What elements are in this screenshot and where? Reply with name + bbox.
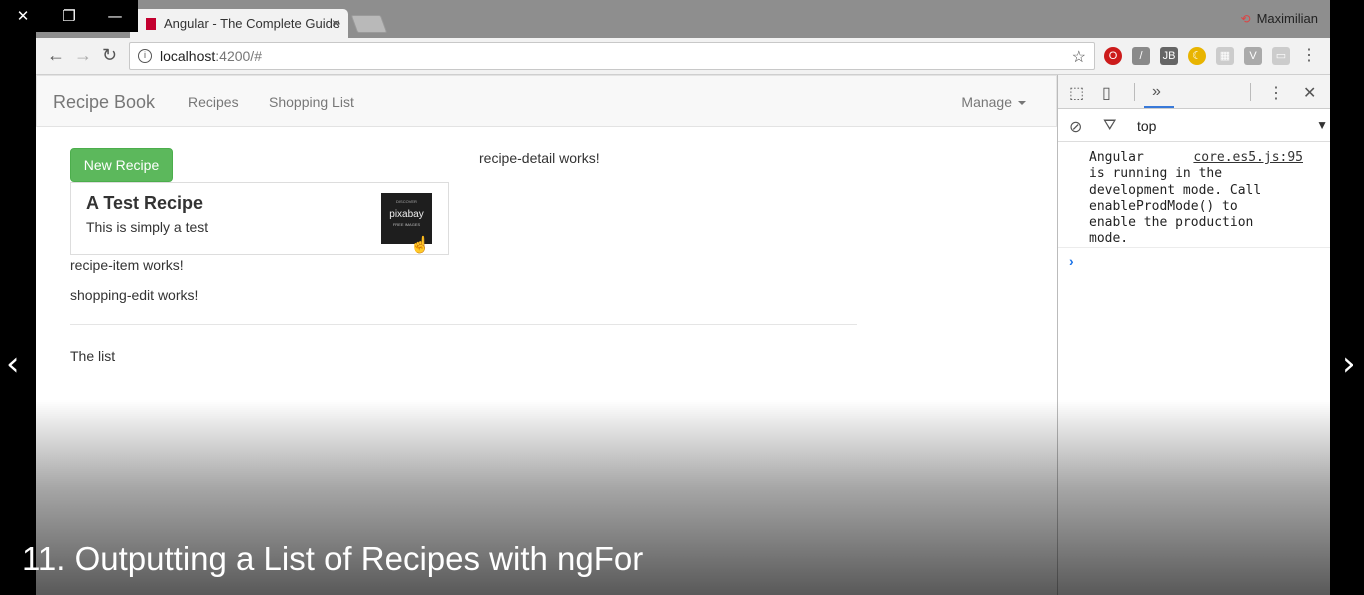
url-host: localhost — [160, 48, 216, 64]
browser-toolbar: ← → ↻ i localhost:4200/# ☆ O / JB ☾ ▦ V … — [36, 38, 1330, 75]
new-recipe-button[interactable]: New Recipe — [70, 148, 173, 182]
jb-extension-icon[interactable]: JB — [1160, 47, 1178, 65]
opera-extension-icon[interactable]: O — [1104, 47, 1122, 65]
chat-extension-icon[interactable]: ▭ — [1272, 47, 1290, 65]
new-tab-button[interactable] — [350, 15, 388, 33]
forward-icon[interactable]: → — [74, 45, 92, 66]
restore-window-icon[interactable]: ❐ — [46, 7, 92, 25]
shopping-edit-text: shopping-edit works! — [70, 287, 199, 303]
angular-favicon-icon — [146, 17, 156, 30]
info-icon[interactable]: i — [138, 49, 152, 63]
reload-icon[interactable]: ↻ — [102, 45, 117, 66]
minimize-window-icon[interactable]: — — [92, 7, 138, 25]
devtools-menu-icon[interactable]: ⋮ — [1268, 83, 1284, 103]
caret-down-icon — [1018, 101, 1026, 106]
context-selector[interactable]: top — [1137, 118, 1156, 134]
devtools-toolbar: ⬚ ▯ » ⋮ ✕ — [1058, 75, 1330, 109]
window-controls: ✕ ❐ — — [0, 0, 138, 32]
grid-extension-icon[interactable]: ▦ — [1216, 47, 1234, 65]
close-devtools-icon[interactable]: ✕ — [1303, 83, 1316, 103]
tab-title: Angular - The Complete Guide — [164, 16, 341, 31]
url-path: :4200/# — [215, 48, 262, 64]
recipe-detail-text: recipe-detail works! — [479, 150, 600, 166]
vue-extension-icon[interactable]: V — [1244, 47, 1262, 65]
lecture-title: 11. Outputting a List of Recipes with ng… — [22, 540, 644, 577]
profile-name: Maximilian — [1256, 11, 1318, 26]
app-navbar: Recipe Book Recipes Shopping List Manage — [36, 75, 1057, 127]
recipe-image-line2: pixabay — [389, 209, 424, 220]
console-filter-bar: ⊘ ⛛ top ▼ — [1058, 109, 1330, 142]
more-tabs-icon[interactable]: » — [1152, 83, 1161, 101]
device-toolbar-icon[interactable]: ▯ — [1102, 83, 1111, 103]
shopping-list-text: The list — [70, 348, 116, 364]
clear-console-icon[interactable]: ⊘ — [1069, 117, 1082, 137]
recipe-name: A Test Recipe — [86, 193, 204, 213]
context-dropdown-icon[interactable]: ▼ — [1316, 118, 1328, 132]
recipe-image-line3: FREE IMAGES — [392, 222, 421, 227]
close-window-icon[interactable]: ✕ — [0, 7, 46, 25]
menu-kebab-icon[interactable]: ⋮ — [1300, 47, 1318, 65]
tab-bar: Angular - The Complete Guide × ⟲ Maximil… — [36, 0, 1330, 38]
brand-link[interactable]: Recipe Book — [53, 92, 155, 113]
eyedropper-extension-icon[interactable]: / — [1132, 47, 1150, 65]
nav-shopping-list[interactable]: Shopping List — [269, 94, 354, 110]
address-bar[interactable]: i localhost:4200/# ☆ — [129, 42, 1095, 70]
filter-icon[interactable]: ⛛ — [1103, 117, 1116, 135]
bookmark-star-icon[interactable]: ☆ — [1072, 47, 1086, 67]
toolbar-separator — [1134, 83, 1135, 101]
manage-label: Manage — [961, 94, 1012, 110]
console-prompt[interactable]: › — [1069, 253, 1074, 269]
divider — [70, 324, 857, 325]
moon-extension-icon[interactable]: ☾ — [1188, 47, 1206, 65]
manage-dropdown[interactable]: Manage — [961, 94, 1026, 110]
hand-cursor-icon: ☝ — [410, 237, 430, 254]
profile-button[interactable]: ⟲ Maximilian — [1241, 11, 1318, 26]
toolbar-separator-2 — [1250, 83, 1251, 101]
profile-icon: ⟲ — [1240, 11, 1251, 26]
inspect-element-icon[interactable]: ⬚ — [1069, 83, 1084, 103]
recipe-item-text: recipe-item works! — [70, 257, 184, 273]
console-message-source-link[interactable]: core.es5.js:95 — [1193, 150, 1303, 165]
active-tab-indicator — [1144, 106, 1174, 108]
nav-recipes[interactable]: Recipes — [188, 94, 239, 110]
browser-tab[interactable]: Angular - The Complete Guide × — [130, 9, 348, 38]
recipe-list-item[interactable]: A Test Recipe This is simply a test DISC… — [70, 182, 449, 255]
recipe-image-line1: DISCOVER — [396, 199, 417, 204]
previous-slide-icon[interactable]: ‹ — [6, 344, 20, 384]
next-slide-icon[interactable]: › — [1342, 344, 1356, 384]
close-tab-icon[interactable]: × — [332, 15, 340, 31]
back-icon[interactable]: ← — [47, 45, 65, 66]
browser-chrome: Angular - The Complete Guide × ⟲ Maximil… — [36, 0, 1330, 75]
console-message: Angular is running in the development mo… — [1058, 142, 1330, 248]
recipe-description: This is simply a test — [86, 219, 209, 235]
